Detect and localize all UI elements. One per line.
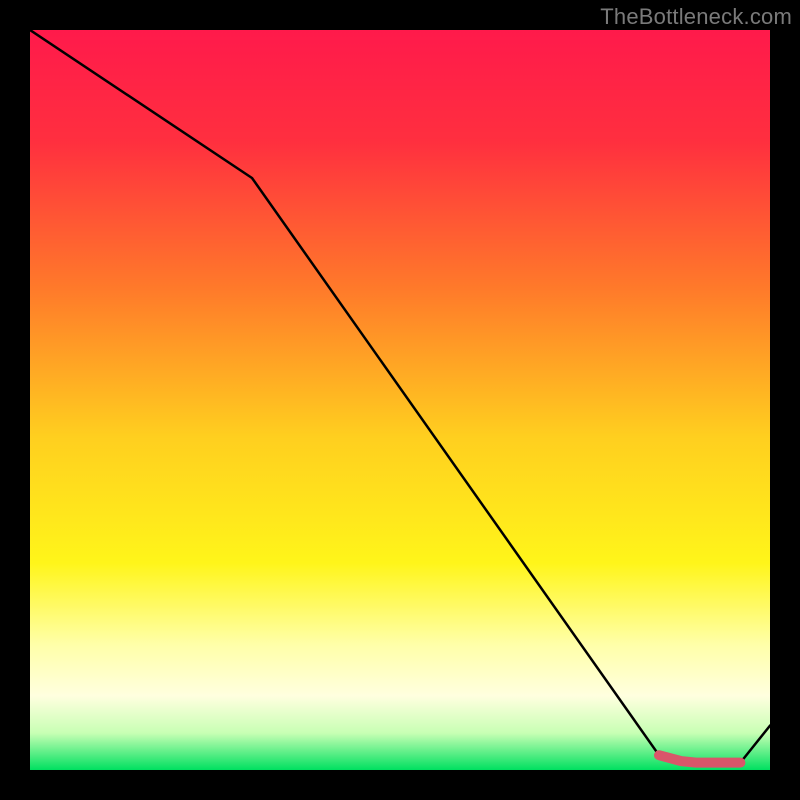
chart-area [30,30,770,770]
chart-stage: TheBottleneck.com [0,0,800,800]
attribution-label: TheBottleneck.com [600,4,792,30]
chart-svg [30,30,770,770]
gradient-background [30,30,770,770]
